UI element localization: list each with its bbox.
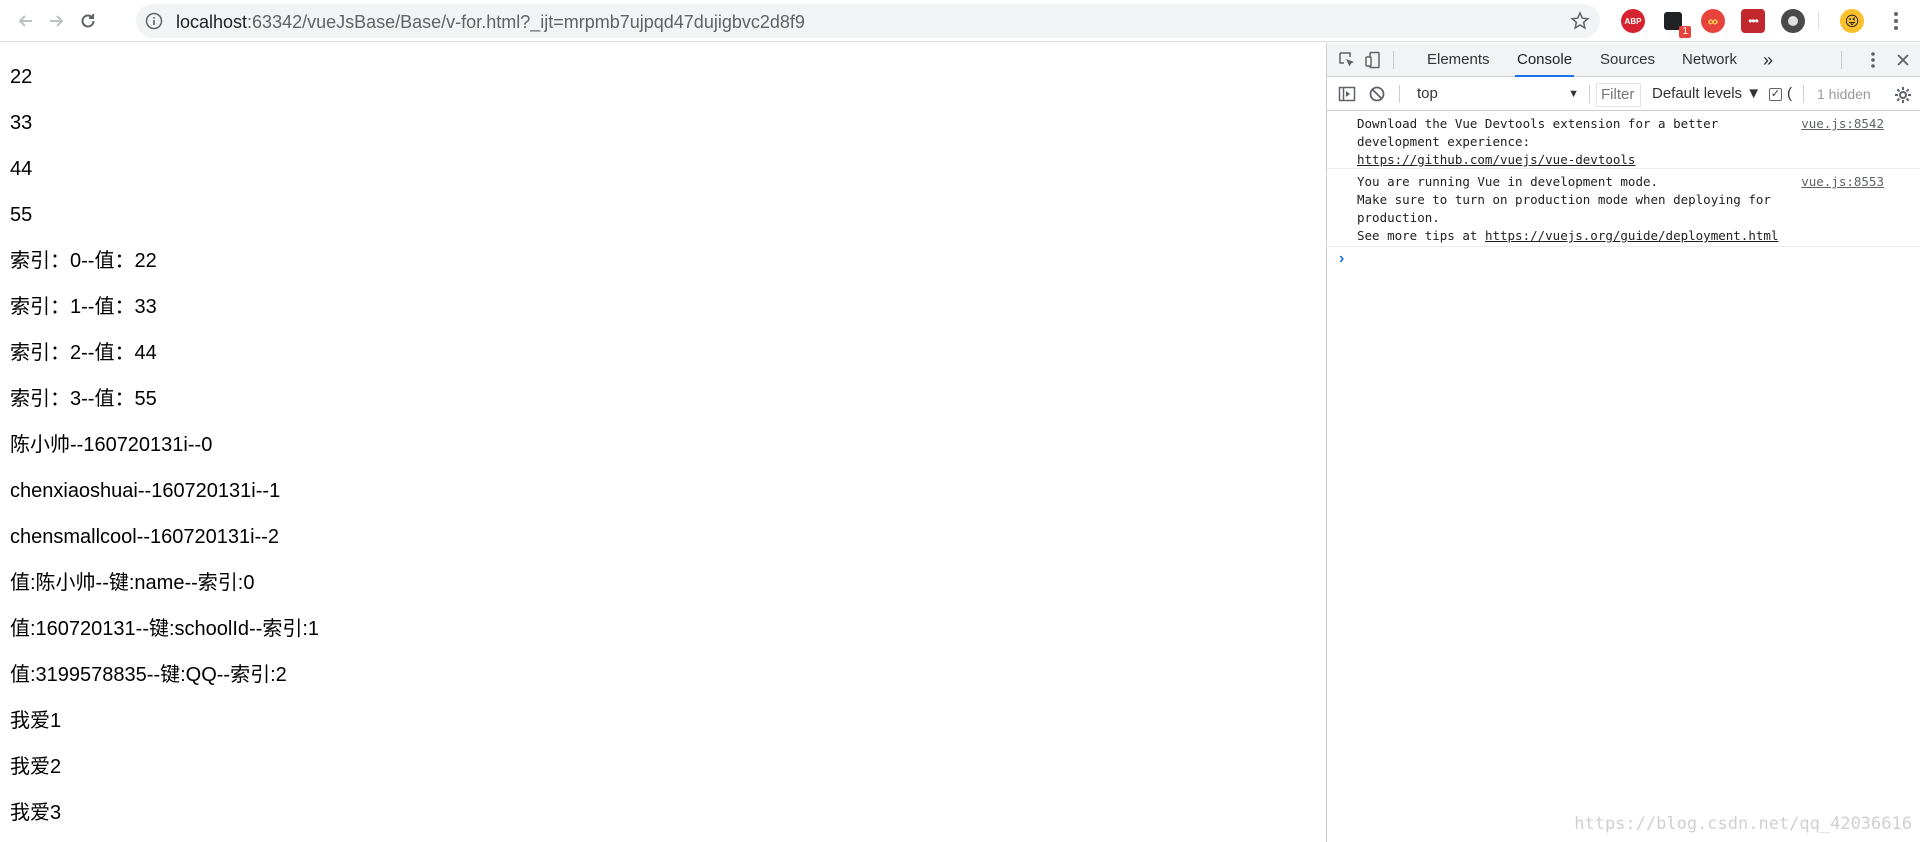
devtools-panel: Elements Console Sources Network » top ▼…	[1326, 43, 1920, 842]
source-link[interactable]: vue.js:8542	[1801, 115, 1884, 133]
list-item: 值:陈小帅--键:name--索引:0	[10, 572, 255, 594]
list-item: 我爱1	[10, 710, 62, 732]
tab-elements[interactable]: Elements	[1425, 43, 1492, 77]
devtools-divider	[1841, 51, 1842, 69]
message-line: development experience:	[1357, 134, 1531, 149]
toolbar-divider	[1818, 12, 1819, 30]
devtools-divider	[1399, 85, 1400, 103]
close-devtools-icon[interactable]	[1893, 50, 1913, 70]
console-input-area[interactable]	[1327, 248, 1920, 842]
console-message: Download the Vue Devtools extension for …	[1327, 111, 1920, 169]
tab-network[interactable]: Network	[1680, 43, 1739, 77]
adblock-plus-icon[interactable]: ABP	[1621, 9, 1645, 33]
message-line: You are running Vue in development mode.	[1357, 174, 1659, 189]
group-similar-checkbox[interactable]: ✓	[1769, 88, 1782, 101]
notification-extension-icon[interactable]: 1	[1661, 9, 1691, 38]
browser-toolbar: localhost:63342/vueJsBase/Base/v-for.htm…	[0, 0, 1920, 42]
source-link[interactable]: vue.js:8553	[1801, 173, 1884, 191]
adblock-label: ABP	[1624, 16, 1642, 26]
hidden-messages-count: 1 hidden	[1817, 86, 1871, 102]
tab-sources[interactable]: Sources	[1598, 43, 1657, 77]
message-line: Download the Vue Devtools extension for …	[1357, 116, 1719, 131]
list-item: 陈小帅--160720131i--0	[10, 434, 213, 456]
list-item: 44	[10, 158, 33, 180]
devtools-link[interactable]: https://github.com/vuejs/vue-devtools	[1357, 152, 1635, 167]
list-item: 我爱2	[10, 756, 62, 778]
clear-console-icon[interactable]	[1367, 84, 1387, 104]
message-line: Make sure to turn on production mode whe…	[1357, 192, 1771, 207]
back-icon[interactable]	[12, 7, 40, 35]
dropdown-arrow-icon: ▼	[1568, 88, 1579, 100]
browser-menu-icon[interactable]	[1886, 9, 1906, 33]
info-icon[interactable]	[144, 11, 164, 31]
context-selector[interactable]: top ▼	[1411, 82, 1581, 106]
log-levels-dropdown[interactable]: Default levels ▼	[1652, 82, 1761, 106]
device-toolbar-icon[interactable]	[1363, 50, 1383, 70]
devtools-divider	[1803, 85, 1804, 103]
devtools-menu-icon[interactable]	[1863, 50, 1883, 70]
ghostery-icon[interactable]	[1781, 9, 1805, 33]
inspect-element-icon[interactable]	[1337, 50, 1357, 70]
devtools-divider	[1589, 85, 1590, 103]
checkbox-label: (	[1787, 85, 1792, 102]
list-item: 索引：2--值：44	[10, 342, 157, 364]
more-tabs-icon[interactable]: »	[1761, 43, 1775, 77]
list-item: 我爱3	[10, 802, 62, 824]
list-item: 33	[10, 112, 33, 134]
page-content: 22 33 44 55 索引：0--值：22 索引：1--值：33 索引：2--…	[0, 43, 1326, 842]
console-filter-input[interactable]: Filter	[1596, 83, 1641, 107]
list-item: 值:3199578835--键:QQ--索引:2	[10, 664, 287, 686]
console-toolbar: top ▼ Filter Default levels ▼ ✓ ( 1 hidd…	[1327, 77, 1920, 111]
watermark: https://blog.csdn.net/qq_42036616	[1574, 814, 1912, 834]
lastpass-icon[interactable]: •••	[1741, 9, 1765, 33]
devtools-divider	[1393, 51, 1394, 69]
forward-icon[interactable]	[42, 7, 70, 35]
notification-badge: 1	[1679, 26, 1691, 38]
ghostery-face	[1788, 16, 1798, 26]
lastpass-label: •••	[1748, 14, 1759, 28]
list-item: chensmallcool--160720131i--2	[10, 526, 280, 548]
context-value: top	[1417, 85, 1438, 102]
profile-avatar[interactable]: 😜	[1840, 9, 1864, 33]
console-message-text: Download the Vue Devtools extension for …	[1357, 115, 1718, 169]
bookmark-star-icon[interactable]	[1570, 11, 1590, 31]
list-item: 55	[10, 204, 33, 226]
list-item: 索引：0--值：22	[10, 250, 157, 272]
url-text[interactable]: localhost:63342/vueJsBase/Base/v-for.htm…	[176, 12, 805, 32]
url-host: localhost	[176, 12, 248, 32]
sidebar-toggle-icon[interactable]	[1337, 84, 1357, 104]
list-item: chenxiaoshuai--160720131i--1	[10, 480, 281, 502]
console-settings-gear-icon[interactable]	[1893, 85, 1913, 105]
list-item: 值:160720131--键:schoolId--索引:1	[10, 618, 320, 640]
message-line: production.	[1357, 210, 1440, 225]
devtools-tab-bar: Elements Console Sources Network »	[1327, 43, 1920, 77]
deployment-guide-link[interactable]: https://vuejs.org/guide/deployment.html	[1485, 228, 1779, 243]
tab-console[interactable]: Console	[1515, 43, 1575, 77]
address-bar[interactable]: localhost:63342/vueJsBase/Base/v-for.htm…	[136, 4, 1600, 38]
console-message: You are running Vue in development mode.…	[1327, 169, 1920, 247]
infinity-icon[interactable]: ∞	[1701, 9, 1725, 33]
console-message-text: You are running Vue in development mode.…	[1357, 173, 1778, 245]
message-line: See more tips at	[1357, 228, 1485, 243]
list-item: 索引：3--值：55	[10, 388, 157, 410]
infinity-label: ∞	[1708, 13, 1718, 29]
list-item: 索引：1--值：33	[10, 296, 157, 318]
url-path: :63342/vueJsBase/Base/v-for.html?_ijt=mr…	[247, 12, 805, 32]
reload-icon[interactable]	[74, 7, 102, 35]
list-item: 22	[10, 66, 33, 88]
